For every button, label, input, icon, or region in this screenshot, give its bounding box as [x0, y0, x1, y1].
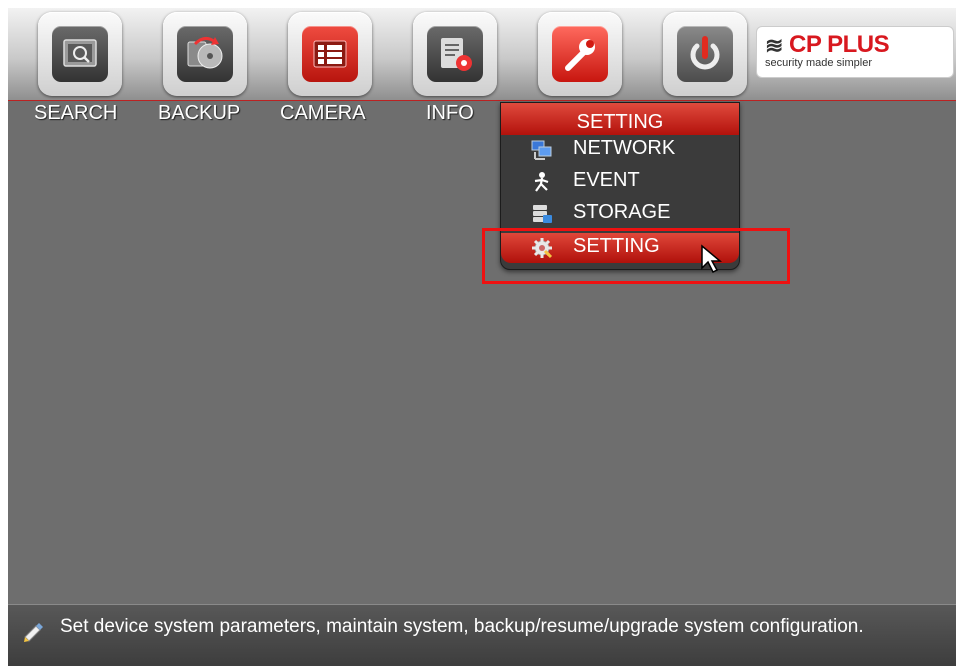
- dvr-main-menu: ≋ CP PLUS security made simpler SEARCH B…: [8, 8, 956, 666]
- power-icon: [690, 36, 720, 70]
- backup-icon: [187, 37, 223, 69]
- search-icon: [63, 39, 97, 67]
- menu-item-label: STORAGE: [573, 201, 671, 223]
- logo-tagline: security made simpler: [765, 57, 872, 69]
- brand-logo: ≋ CP PLUS security made simpler: [756, 26, 954, 78]
- backup-button[interactable]: [163, 12, 247, 96]
- backup-label[interactable]: BACKUP: [158, 102, 240, 125]
- info-icon: [441, 38, 472, 71]
- selection-highlight-box: [482, 228, 790, 284]
- logo-brand: CP PLUS: [789, 31, 890, 58]
- dropdown-header[interactable]: SETTING: [501, 103, 739, 135]
- status-description: Set device system parameters, maintain s…: [60, 616, 864, 637]
- camera-icon: [313, 40, 347, 68]
- status-bar: Set device system parameters, maintain s…: [8, 604, 956, 666]
- search-button[interactable]: [38, 12, 122, 96]
- menu-item-event[interactable]: EVENT: [501, 167, 739, 197]
- menu-item-network[interactable]: NETWORK: [501, 135, 739, 165]
- logo-mark-icon: ≋: [765, 33, 784, 58]
- network-icon: [531, 140, 552, 160]
- info-label[interactable]: INFO: [426, 102, 474, 125]
- setting-button[interactable]: [538, 12, 622, 96]
- screenshot-frame: ≋ CP PLUS security made simpler SEARCH B…: [0, 0, 956, 666]
- top-toolbar: ≋ CP PLUS security made simpler: [8, 8, 956, 101]
- power-button[interactable]: [663, 12, 747, 96]
- menu-item-label: EVENT: [573, 169, 640, 191]
- info-button[interactable]: [413, 12, 497, 96]
- event-icon: [534, 172, 549, 192]
- camera-label[interactable]: CAMERA: [280, 102, 366, 125]
- search-label[interactable]: SEARCH: [34, 102, 117, 125]
- menu-item-storage[interactable]: STORAGE: [501, 199, 739, 229]
- storage-icon: [533, 205, 552, 223]
- tip-icon: [24, 623, 43, 642]
- mouse-cursor-icon: [701, 244, 722, 274]
- camera-button[interactable]: [288, 12, 372, 96]
- menu-item-label: NETWORK: [573, 137, 676, 159]
- wrench-icon: [565, 39, 595, 71]
